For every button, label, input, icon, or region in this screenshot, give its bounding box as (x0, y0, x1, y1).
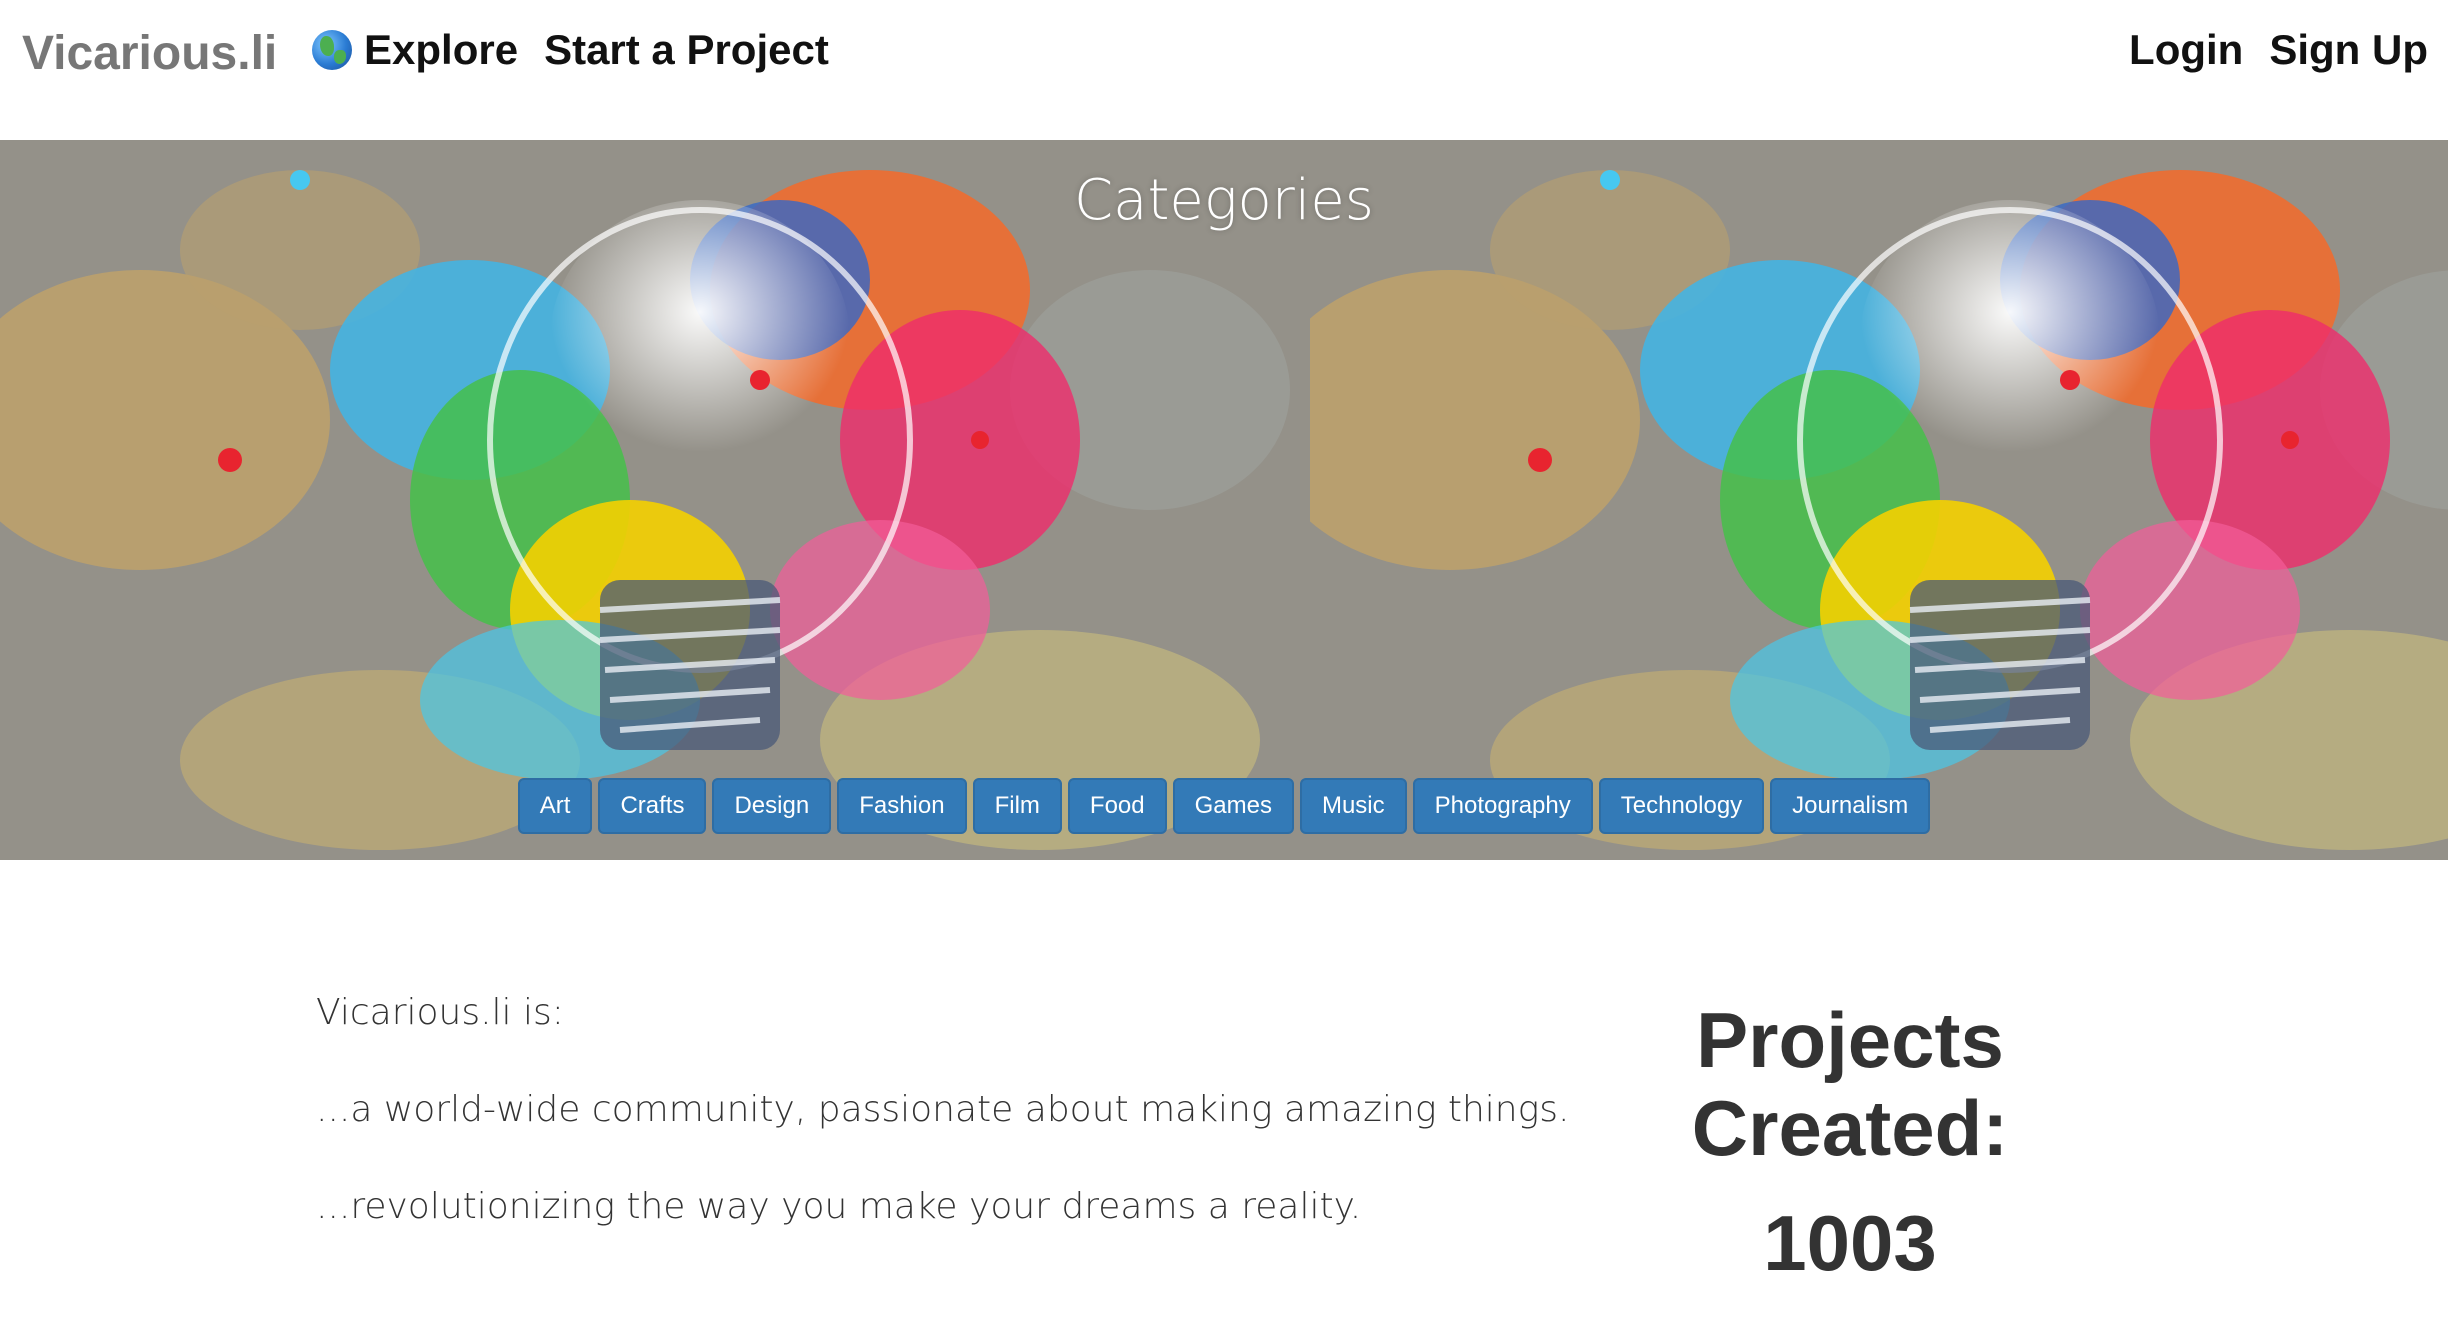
about-revolution: ...revolutionizing the way you make your… (316, 1186, 1362, 1227)
hero-background-image (0, 140, 1310, 860)
nav-left: Explore Start a Project (312, 26, 855, 74)
category-button-fashion[interactable]: Fashion (837, 778, 967, 834)
projects-stats: Projects Created: 1003 (1600, 996, 2100, 1289)
category-button-crafts[interactable]: Crafts (598, 778, 707, 834)
projects-created-count: 1003 (1763, 1199, 1937, 1287)
category-button-art[interactable]: Art (517, 778, 593, 834)
about-section: Vicarious.li is: ...a world-wide communi… (316, 992, 1616, 1283)
category-button-food[interactable]: Food (1067, 778, 1167, 834)
explore-link[interactable]: Explore (312, 26, 518, 74)
category-button-design[interactable]: Design (712, 778, 832, 834)
top-navbar: Vicarious.li Explore Start a Project Log… (0, 0, 2448, 140)
category-button-photography[interactable]: Photography (1412, 778, 1593, 834)
category-button-journalism[interactable]: Journalism (1770, 778, 1931, 834)
explore-label: Explore (364, 26, 519, 73)
hero-background-image (1310, 140, 2448, 860)
categories-title: Categories (1074, 168, 1374, 233)
globe-icon (312, 30, 352, 70)
category-button-technology[interactable]: Technology (1598, 778, 1765, 834)
brand-logo[interactable]: Vicarious.li (22, 26, 277, 81)
hero-banner: Categories Art Crafts Design Fashion Fil… (0, 140, 2448, 860)
nav-right: Login Sign Up (2103, 26, 2428, 74)
signup-link[interactable]: Sign Up (2269, 26, 2428, 74)
projects-created-label: Projects Created: (1691, 996, 2009, 1172)
start-project-link[interactable]: Start a Project (544, 26, 829, 74)
category-button-film[interactable]: Film (972, 778, 1062, 834)
about-community: ...a world-wide community, passionate ab… (316, 1089, 1570, 1130)
category-button-group: Art Crafts Design Fashion Film Food Game… (0, 778, 2448, 834)
category-button-music[interactable]: Music (1299, 778, 1407, 834)
category-button-games[interactable]: Games (1172, 778, 1294, 834)
about-intro: Vicarious.li is: (316, 992, 564, 1033)
login-link[interactable]: Login (2129, 26, 2243, 74)
